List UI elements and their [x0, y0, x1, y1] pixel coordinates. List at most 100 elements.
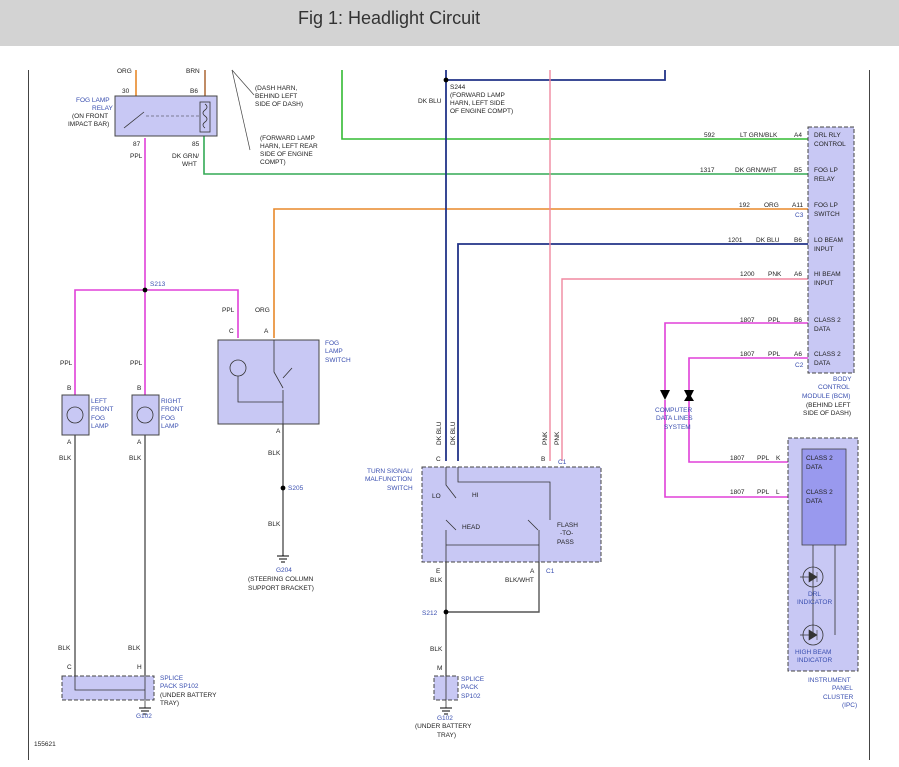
label-dash-harn: (DASH HARN,	[255, 85, 297, 92]
bcm-input: CLASS 2	[814, 317, 841, 324]
bcm-input: INPUT	[814, 280, 834, 287]
splice-s244	[443, 77, 449, 83]
right-lamp-label: FOG	[161, 415, 175, 422]
bcm-input: LO BEAM	[814, 237, 843, 244]
pin-c: C	[67, 664, 72, 671]
splice-pack-label: (UNDER BATTERY	[160, 692, 217, 699]
bcm-label: (BEHIND LEFT	[806, 402, 850, 409]
circuit-num: 1201	[728, 237, 743, 244]
turn-switch-label: MALFUNCTION	[365, 476, 412, 483]
circuit-num: 192	[739, 202, 750, 209]
wire-color: PPL	[757, 489, 770, 496]
high-beam-label: INDICATOR	[797, 657, 832, 664]
label-fwd-lamp: HARN, LEFT REAR	[260, 143, 318, 150]
wire-dk-blu-top	[446, 70, 666, 81]
label-blk: BLK	[58, 645, 71, 652]
arrow-up	[684, 393, 694, 401]
wire-color: PPL	[768, 351, 781, 358]
ipc-label: (IPC)	[842, 702, 857, 709]
pin: B5	[794, 167, 802, 174]
wire-color: PNK	[768, 271, 782, 278]
switch-hi: HI	[472, 492, 479, 499]
computer-data-label: DATA LINES	[656, 415, 693, 422]
right-lamp-label: LAMP	[161, 423, 179, 430]
label-fwd-lamp: (FORWARD LAMP	[260, 135, 315, 142]
fog-relay-label: (ON FRONT	[72, 113, 108, 120]
label-blk: BLK	[268, 521, 281, 528]
ipc-input: DATA	[806, 464, 823, 471]
bcm-input: DATA	[814, 326, 831, 333]
splice-pack-left	[61, 675, 155, 701]
ground-label-g102: G102	[136, 713, 152, 720]
bcm-input: SWITCH	[814, 211, 840, 218]
pin-e: E	[436, 568, 441, 575]
splice-label-s213: S213	[150, 281, 166, 288]
circuit-num: 1807	[730, 489, 745, 496]
label-blk: BLK	[430, 646, 443, 653]
label-ppl: PPL	[130, 360, 143, 367]
ground-label: (UNDER BATTERY	[415, 723, 472, 730]
wire-color: LT GRN/BLK	[740, 132, 778, 139]
label-dk-grn: DK GRN/	[172, 153, 199, 160]
pin-85: 85	[192, 141, 200, 148]
figure-id: 155621	[34, 741, 56, 748]
pin-a: A	[530, 568, 535, 575]
splice-label-s212: S212	[422, 610, 438, 617]
ground-label-g102: G102	[437, 715, 453, 722]
label-fwd-lamp: COMPT)	[260, 159, 286, 166]
left-lamp-label: FRONT	[91, 406, 113, 413]
leader-line	[231, 69, 255, 96]
circuit-num: 1200	[740, 271, 755, 278]
wire-color: PPL	[768, 317, 781, 324]
wire-color: DK GRN/WHT	[735, 167, 777, 174]
wire-pnk-1200	[561, 278, 808, 461]
left-lamp-label: FOG	[91, 415, 105, 422]
wire-blk-wht	[446, 562, 540, 613]
circuit-num: 592	[704, 132, 715, 139]
ground-label-g204: G204	[276, 567, 292, 574]
bcm-label: MODULE (BCM)	[802, 393, 850, 400]
pin: A4	[794, 132, 802, 139]
circuit-num: 1807	[740, 317, 755, 324]
wire-color: PPL	[757, 455, 770, 462]
label-dk-grn: WHT	[182, 161, 197, 168]
drl-label: DRL	[808, 591, 821, 598]
label-ppl: PPL	[130, 153, 143, 160]
bcm-input: CONTROL	[814, 141, 846, 148]
high-beam-label: HIGH BEAM	[795, 649, 831, 656]
pin-87: 87	[133, 141, 141, 148]
fog-relay-label: RELAY	[92, 105, 113, 112]
label-dk-blu: DK BLU	[418, 98, 442, 105]
label-blk: BLK	[128, 645, 141, 652]
right-lamp-label: RIGHT	[161, 398, 181, 405]
left-lamp-label: LEFT	[91, 398, 107, 405]
leader-line	[231, 69, 251, 151]
circuit-num: 1317	[700, 167, 715, 174]
bcm-input: DATA	[814, 360, 831, 367]
pin-h: H	[137, 664, 142, 671]
pin: A6	[794, 351, 802, 358]
label-brn: BRN	[186, 68, 200, 75]
ipc-label: CLUSTER	[823, 694, 854, 701]
label-blk: BLK	[59, 455, 72, 462]
label-org: ORG	[117, 68, 132, 75]
bcm-input: RELAY	[814, 176, 835, 183]
circuit-num: 1807	[740, 351, 755, 358]
bcm-input: HI BEAM	[814, 271, 841, 278]
pin-m: M	[437, 665, 442, 672]
ground-icon	[277, 555, 289, 563]
splice-label-s205: S205	[288, 485, 304, 492]
wire-ppl-1807-a6	[688, 357, 808, 390]
fog-lamp-switch-box	[217, 339, 320, 425]
label-dk-blu: DK BLU	[450, 421, 457, 445]
bcm-input: FOG LP	[814, 167, 838, 174]
label-ppl: PPL	[60, 360, 73, 367]
pin-c: C	[436, 456, 441, 463]
wire-ppl-s213	[74, 289, 239, 395]
pin: B6	[794, 237, 802, 244]
connector-c1: C1	[546, 568, 555, 575]
pin-30: 30	[122, 88, 130, 95]
computer-data-label: COMPUTER	[655, 407, 693, 414]
ground-label: SUPPORT BRACKET)	[248, 585, 314, 592]
switch-lo: LO	[432, 493, 441, 500]
